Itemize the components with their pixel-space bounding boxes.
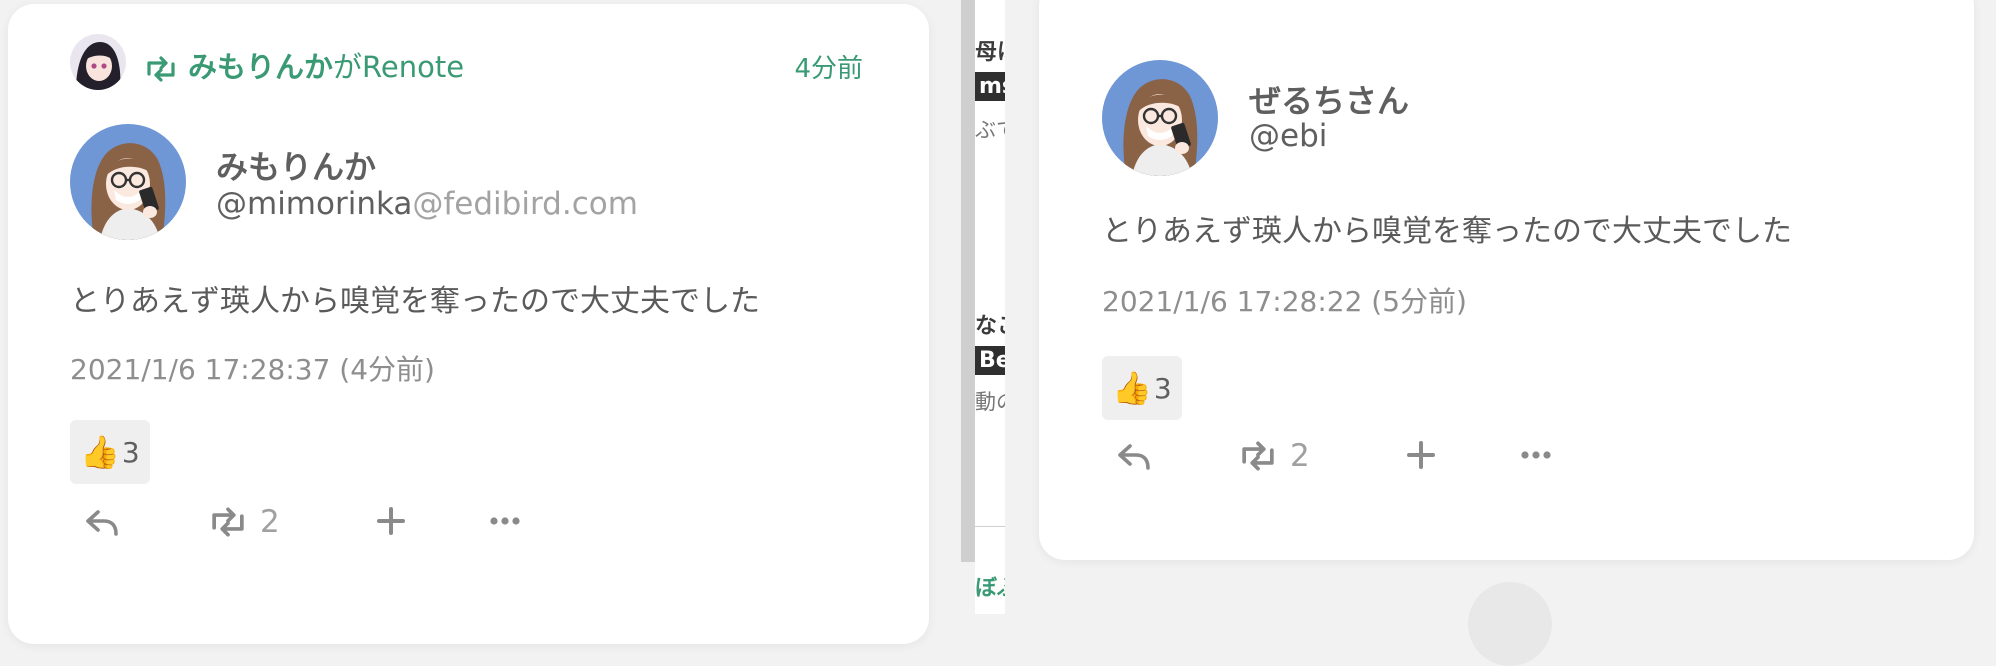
renote-count: 2 — [1290, 438, 1310, 474]
bg-text-7: ぼぶ — [975, 576, 1005, 601]
bg-divider — [975, 526, 1005, 527]
renote-button[interactable]: 2 — [1238, 438, 1310, 474]
note-datetime[interactable]: 2021/1/6 17:28:22 (5分前) — [1102, 280, 1467, 320]
note-card-right: ぜるちさん @ebi とりあえず瑛人から嗅覚を奪ったので大丈夫でした 2021/… — [1039, 0, 1974, 560]
renote-header: みもりんかがRenote — [144, 44, 464, 86]
thumbs-up-emoji: 👍 — [1112, 369, 1152, 407]
renote-suffix: がRenote — [333, 50, 465, 84]
more-icon — [490, 517, 520, 525]
react-add-button[interactable] — [1404, 438, 1438, 472]
thumbs-up-emoji: 👍 — [80, 433, 120, 471]
author-username: @mimorinka — [216, 186, 413, 222]
author-avatar[interactable] — [1102, 60, 1218, 176]
renoter-avatar[interactable] — [70, 34, 126, 90]
reply-icon — [1118, 444, 1150, 470]
background-column: 母は ms ぶて なこ Be 動の ぼぶ — [975, 0, 1005, 614]
author-name[interactable]: ぜるちさん — [1249, 76, 1409, 122]
bg-text-5: Be — [975, 346, 1005, 375]
reply-icon — [86, 510, 118, 536]
reply-button[interactable] — [1116, 438, 1152, 474]
renote-icon — [147, 56, 175, 82]
reaction-count: 3 — [121, 435, 140, 469]
note-text: とりあえず瑛人から嗅覚を奪ったので大丈夫でした — [1102, 214, 1792, 249]
author-handle[interactable]: @ebi — [1249, 118, 1327, 154]
author-handle[interactable]: @mimorinka@fedibird.com — [216, 186, 638, 222]
note-text: とりあえず瑛人から嗅覚を奪ったので大丈夫でした — [70, 284, 760, 319]
renote-count: 2 — [260, 504, 280, 540]
renote-time[interactable]: 4分前 — [794, 48, 863, 85]
plus-icon — [377, 507, 405, 535]
note-actions: 2 — [1116, 438, 1576, 482]
reaction-button[interactable]: 👍 3 — [1102, 356, 1182, 420]
bg-text-1: 母は — [975, 40, 1005, 65]
more-button[interactable] — [1519, 438, 1553, 472]
note-datetime[interactable]: 2021/1/6 17:28:37 (4分前) — [70, 348, 435, 388]
plus-icon — [1407, 441, 1435, 469]
author-avatar[interactable] — [70, 124, 186, 240]
reaction-button[interactable]: 👍 3 — [70, 420, 150, 484]
renote-icon — [1242, 441, 1274, 471]
bg-text-2: ms — [975, 72, 1005, 101]
bg-text-6: 動の — [975, 390, 1005, 414]
renote-button[interactable]: 2 — [208, 504, 280, 540]
note-actions: 2 — [84, 504, 544, 548]
react-add-button[interactable] — [374, 504, 408, 538]
note-card-left: みもりんかがRenote 4分前 みもりんか @mimorinka@fedibi… — [8, 4, 929, 644]
column-scrollbar[interactable] — [961, 0, 975, 562]
bg-text-4: なこ — [975, 314, 1005, 339]
bg-text-3: ぶて — [975, 118, 1005, 142]
renote-icon — [212, 507, 244, 537]
more-icon — [1521, 451, 1551, 459]
author-name[interactable]: みもりんか — [216, 142, 376, 188]
more-button[interactable] — [488, 504, 522, 538]
author-host: @fedibird.com — [412, 186, 638, 222]
renoter-name[interactable]: みもりんか — [188, 50, 333, 84]
scroll-top-button[interactable] — [1468, 582, 1552, 666]
reaction-count: 3 — [1153, 371, 1172, 405]
reply-button[interactable] — [84, 504, 120, 540]
